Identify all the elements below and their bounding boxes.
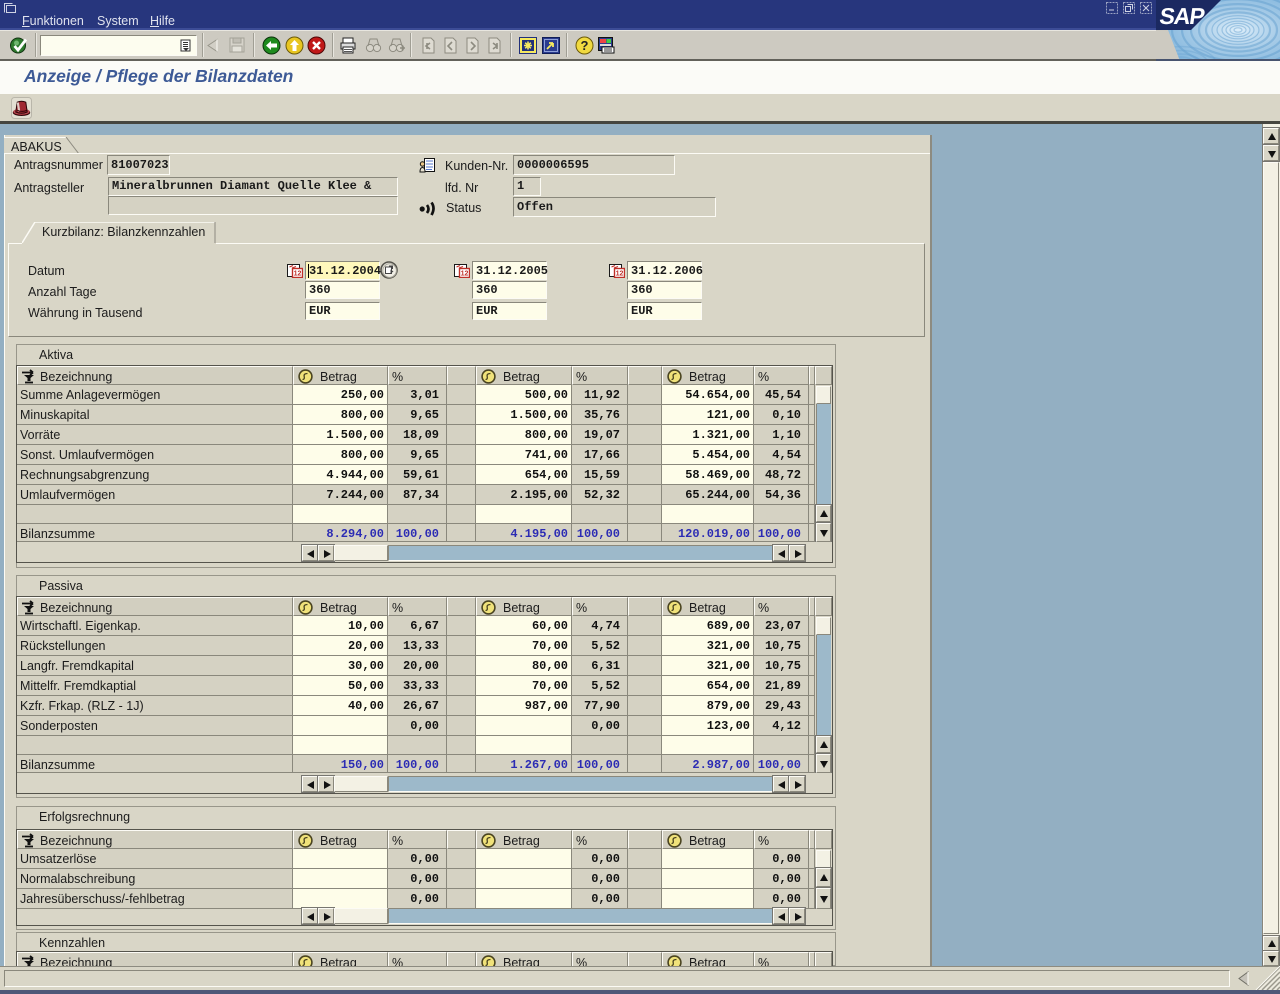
svg-text:?: ? bbox=[581, 38, 589, 53]
svg-text:12: 12 bbox=[461, 271, 469, 278]
svg-text:12: 12 bbox=[616, 271, 624, 278]
svg-text:12: 12 bbox=[294, 271, 302, 278]
svg-text:SAP: SAP bbox=[1158, 3, 1207, 29]
